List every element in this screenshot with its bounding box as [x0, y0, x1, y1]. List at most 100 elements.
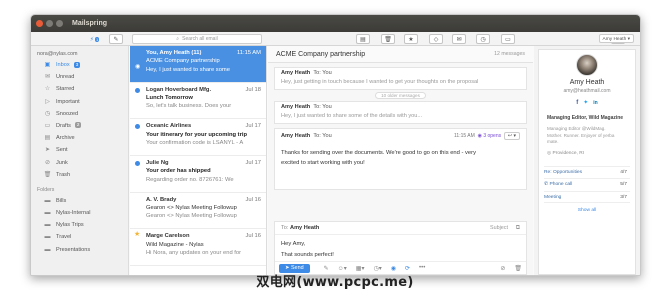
important-icon: ▷: [45, 98, 50, 105]
message-subject: ACME Company partnership: [146, 58, 220, 65]
star-toolbar-button[interactable]: ★: [404, 34, 418, 44]
unread-dot-icon: [135, 124, 140, 130]
sidebar-item-snoozed[interactable]: ◷ Snoozed: [31, 108, 128, 120]
account-switcher[interactable]: Amy Heath ▾: [598, 34, 634, 43]
contact-sidebar: Amy Heath ▾ Amy Heath amy@heathmail.com …: [534, 34, 640, 275]
activity-button[interactable]: ⚡ 1: [87, 34, 102, 44]
search-placeholder: Search all email: [182, 36, 218, 42]
folder-icon: ▬: [44, 197, 51, 204]
reply-composer[interactable]: To: Amy Heath Subject ⧉ Hey Amy, That so…: [274, 221, 527, 275]
reply-body-line: Hey Amy,: [281, 241, 306, 247]
folder-label: Nylas Trips: [56, 222, 84, 229]
message-body-line: Thanks for sending over the documents. W…: [281, 150, 476, 156]
twitter-icon[interactable]: ✦: [583, 100, 588, 106]
message-subject: Lunch Tomorrow: [146, 94, 193, 101]
label-toolbar-button[interactable]: ◇: [429, 34, 443, 44]
collapsed-message[interactable]: Amy Heath To: You Hey, just getting in t…: [274, 67, 527, 90]
message-date: Jul 16: [245, 196, 261, 203]
mail-toolbar-button[interactable]: ✉: [452, 34, 466, 44]
message-list-item[interactable]: A. V. Brady Jul 16 Gearon <> Nylas Meeti…: [130, 193, 266, 230]
collapsed-message[interactable]: Amy Heath To: You Hey, I just wanted to …: [274, 101, 527, 124]
sidebar-item-label: Starred: [56, 86, 75, 93]
message-recipient: To: You: [313, 133, 332, 139]
sidebar-item-important[interactable]: ▷ Important: [31, 96, 128, 108]
archive-toolbar-button[interactable]: ▤: [356, 34, 370, 44]
contact-bio-line: Mother. Runner. Enjoyer of yerba mate.: [547, 132, 615, 145]
message-subject: Wild Magazine - Nylas: [146, 241, 204, 248]
message-body: Thanks for sending over the documents. W…: [275, 143, 526, 174]
archive-icon: ▤: [44, 135, 51, 142]
related-thread-row[interactable]: Re: Opportunities 4/7: [544, 165, 630, 179]
sidebar-item-label: Drafts: [56, 122, 71, 129]
older-messages-label: 10 older messages: [375, 92, 426, 99]
snooze-toolbar-button[interactable]: ◷: [476, 34, 490, 44]
junk-icon: ⊘: [44, 159, 51, 166]
related-thread-label: Meeting: [544, 194, 562, 200]
clock-icon: ◷: [480, 36, 486, 43]
message-recipient: To: You: [313, 104, 332, 110]
account-email: nora@nylas.com: [37, 51, 78, 57]
linkedin-icon[interactable]: in: [593, 100, 597, 106]
star-icon: ★: [408, 36, 414, 43]
folder-icon: ▬: [44, 234, 51, 241]
folder-item[interactable]: ▬ Travel: [31, 231, 128, 243]
message-sender: Logan Hoverboard Mfg.: [146, 86, 212, 93]
sidebar-item-junk[interactable]: ⊘ Junk: [31, 157, 128, 169]
compose-button[interactable]: ✎: [109, 34, 123, 44]
message-list-item[interactable]: ◉ You, Amy Heath (11) 11:15 AM ACME Comp…: [130, 46, 266, 83]
sidebar-item-unread[interactable]: ✉ Unread: [31, 71, 128, 83]
folder-item[interactable]: ▬ Presentations: [31, 244, 128, 256]
folder-item[interactable]: ▬ Bills: [31, 195, 128, 207]
sidebar-item-label: Inbox: [56, 62, 70, 68]
reply-to-label: To:: [281, 225, 289, 231]
reply-button[interactable]: ↩ ▾: [503, 132, 520, 140]
trash-toolbar-button[interactable]: 🗑: [381, 34, 395, 44]
print-toolbar-button[interactable]: ▭: [501, 34, 515, 44]
contact-card: Amy Heath amy@heathmail.com f ✦ in Manag…: [538, 49, 636, 275]
sidebar-item-label: Sent: [56, 147, 68, 154]
folders-heading: Folders: [37, 186, 55, 193]
thread-subject: ACME Company partnership: [276, 51, 366, 58]
maximize-window-button[interactable]: [56, 20, 63, 27]
contact-title: Managing Editor, Wild Magazine: [547, 115, 624, 121]
inbox-count-badge: 3: [73, 61, 81, 68]
reply-body[interactable]: Hey Amy, That sounds perfect!: [275, 235, 526, 264]
facebook-icon[interactable]: f: [576, 100, 578, 106]
sidebar-item-sent[interactable]: ➤ Sent: [31, 144, 128, 156]
sidebar-item-label: Junk: [56, 159, 68, 166]
folder-item[interactable]: ▬ Nylas Trips: [31, 219, 128, 231]
search-icon: ⌕: [176, 36, 180, 42]
sidebar-item-inbox[interactable]: ▣ Inbox 3: [31, 59, 128, 71]
related-thread-row[interactable]: Meeting 3/7: [544, 190, 630, 204]
popout-icon[interactable]: ⧉: [516, 222, 520, 235]
folder-item[interactable]: ▬ Nylas-Internal: [31, 207, 128, 219]
message-snippet: Hey, just getting in touch because I wan…: [281, 79, 479, 85]
subject-toggle[interactable]: Subject: [490, 222, 508, 235]
social-links: f ✦ in: [539, 99, 635, 106]
sidebar-item-label: Snoozed: [56, 110, 79, 117]
related-thread-row[interactable]: ✆ Phone call 5/7: [544, 178, 630, 191]
message-list-item[interactable]: Julie Ng Jul 17 Your order has shipped R…: [130, 156, 266, 193]
search-input[interactable]: ⌕ Search all email: [132, 34, 262, 44]
sidebar-item-trash[interactable]: 🗑 Trash: [31, 169, 128, 181]
eye-icon: ◉: [477, 133, 482, 139]
minimize-window-button[interactable]: [46, 20, 53, 27]
message-list-item[interactable]: ★ Marge Carelson Jul 16 Wild Magazine - …: [130, 229, 266, 267]
clock-icon: ◷: [44, 110, 51, 117]
reply-to-field[interactable]: To: Amy Heath: [275, 222, 526, 235]
close-window-button[interactable]: [36, 20, 43, 27]
sidebar-item-drafts[interactable]: ▭ Drafts 2: [31, 120, 128, 132]
message-subject: Your itinerary for your upcoming trip: [146, 131, 248, 138]
activity-icon: ⚡: [89, 36, 94, 43]
sidebar-item-archive[interactable]: ▤ Archive: [31, 132, 128, 144]
message-recipient: To: You: [313, 70, 332, 76]
message-time: 11:15 AM: [454, 133, 475, 139]
message-list-item[interactable]: Logan Hoverboard Mfg. Jul 18 Lunch Tomor…: [130, 83, 266, 120]
message-list-item[interactable]: Oceanic Airlines Jul 17 Your itinerary f…: [130, 119, 266, 157]
older-messages-divider[interactable]: 10 older messages: [268, 92, 533, 99]
star-icon[interactable]: ★: [134, 231, 140, 239]
message-date: Jul 17: [245, 123, 261, 130]
sidebar-item-starred[interactable]: ☆ Starred: [31, 83, 128, 95]
location-icon: ◎: [547, 150, 552, 156]
show-all-link[interactable]: Show all: [539, 208, 635, 213]
